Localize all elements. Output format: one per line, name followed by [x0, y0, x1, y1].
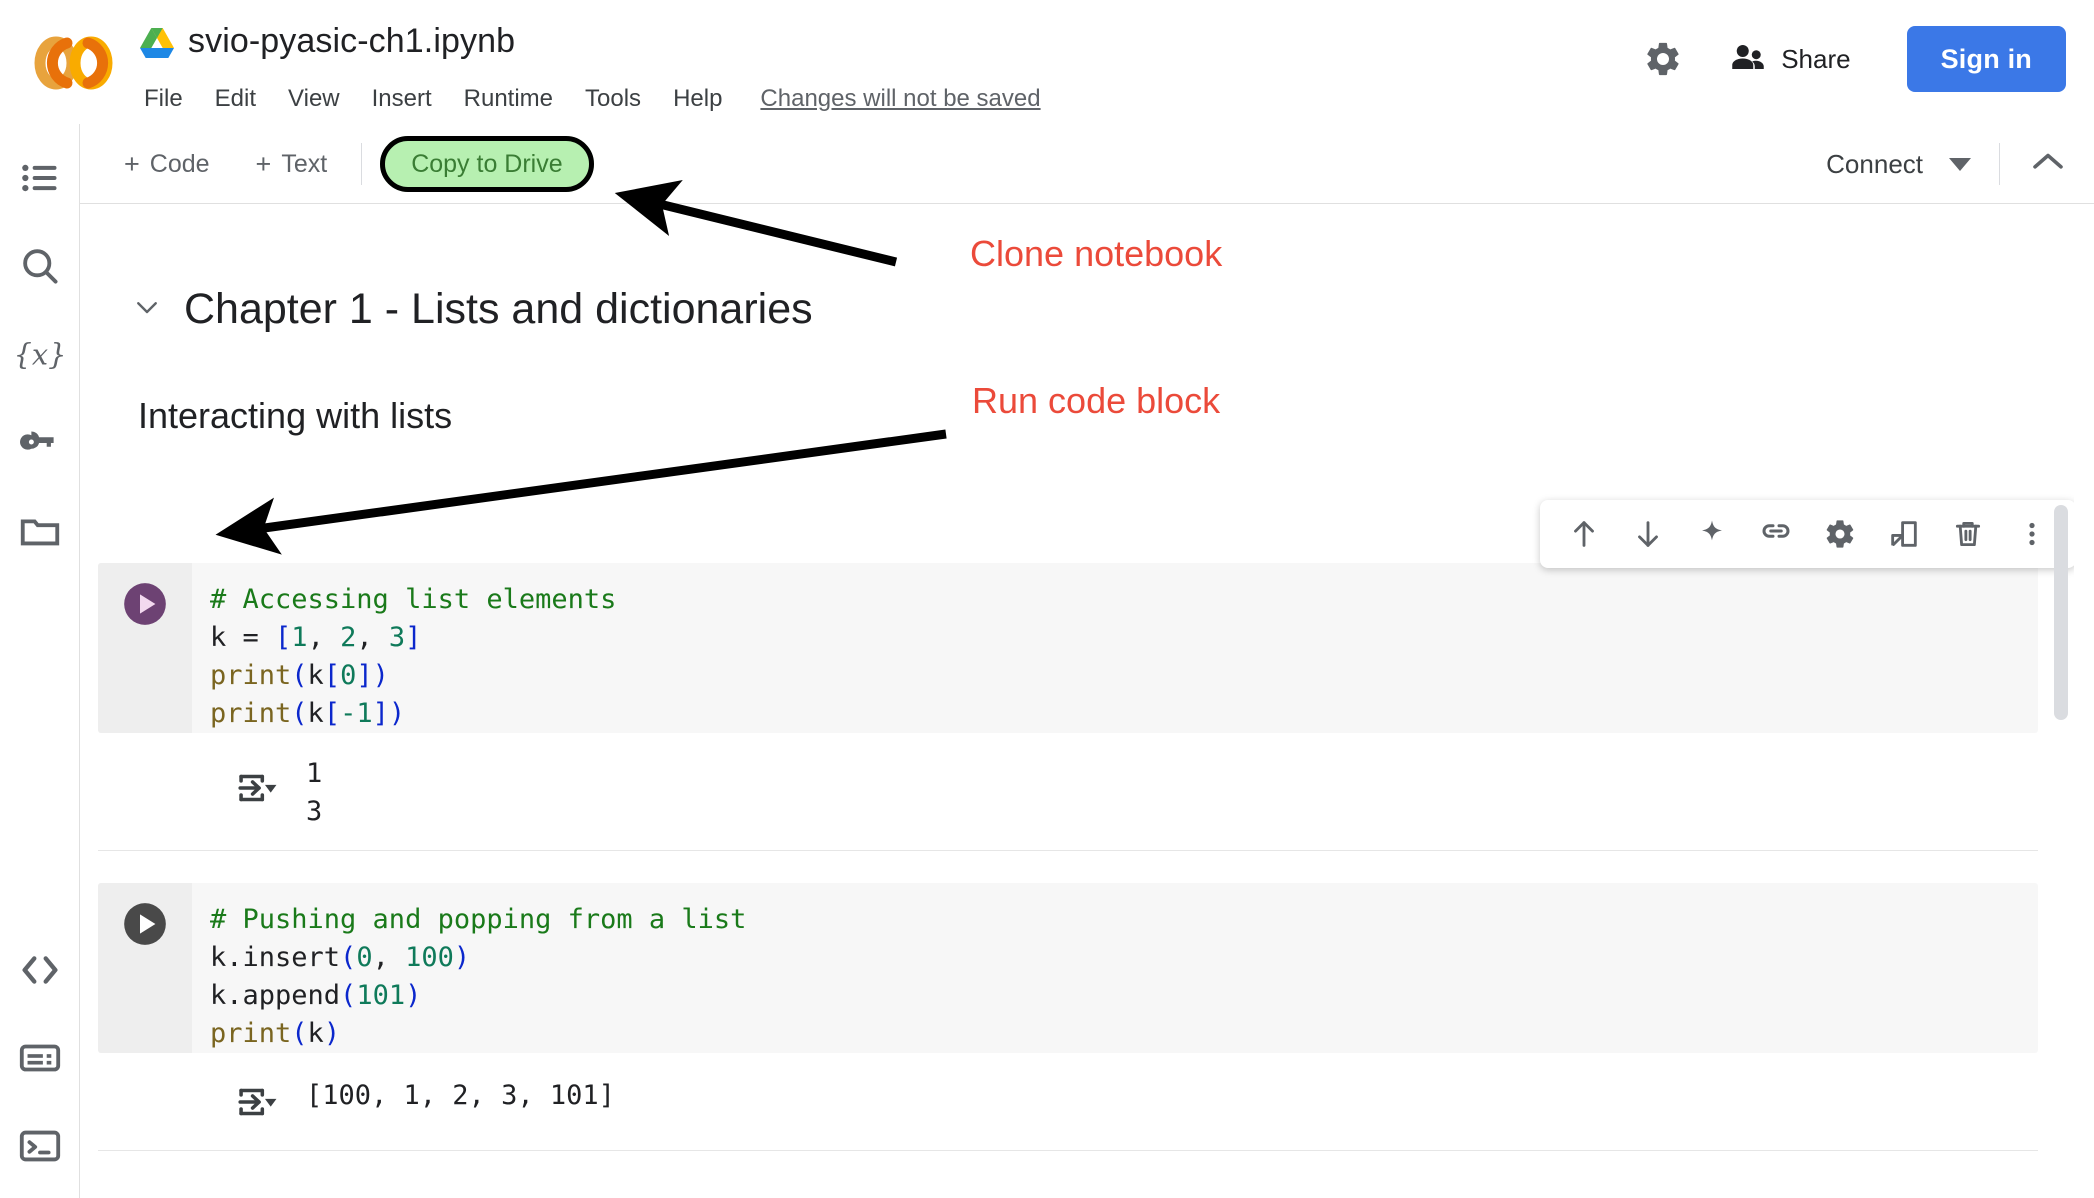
move-cell-down-icon[interactable]	[1616, 502, 1680, 566]
secrets-key-icon[interactable]	[14, 416, 66, 468]
cell-output-1: 1 3	[98, 733, 2038, 851]
toolbar-right-group: Connect	[1826, 124, 2068, 204]
files-folder-icon[interactable]	[14, 504, 66, 556]
code-line: k = [1, 2, 3]	[210, 622, 422, 653]
open-in-new-tab-icon[interactable]	[1872, 502, 1936, 566]
people-icon	[1729, 42, 1767, 77]
code-line: print(k[-1])	[210, 698, 406, 729]
menu-item-edit[interactable]: Edit	[199, 83, 272, 115]
code-line: k.append(101)	[210, 980, 422, 1011]
add-text-cell-button[interactable]: + Text	[240, 144, 344, 185]
annotation-label-clone: Clone notebook	[970, 233, 1223, 274]
search-icon[interactable]	[14, 240, 66, 292]
menu-item-tools[interactable]: Tools	[569, 83, 657, 115]
gear-icon[interactable]	[1631, 27, 1695, 91]
chevron-up-icon[interactable]	[2028, 149, 2068, 180]
notebook-title[interactable]: svio-pyasic-ch1.ipynb	[188, 22, 515, 61]
colab-notebook-page: svio-pyasic-ch1.ipynb File Edit View Ins…	[0, 0, 2094, 1198]
code-cell-2[interactable]: # Pushing and popping from a list k.inse…	[98, 883, 2038, 1053]
sign-in-button[interactable]: Sign in	[1906, 26, 2066, 92]
link-icon[interactable]	[1744, 502, 1808, 566]
code-cell-1[interactable]: # Accessing list elements k = [1, 2, 3] …	[98, 563, 2038, 733]
move-cell-up-icon[interactable]	[1552, 502, 1616, 566]
run-cell-button[interactable]	[120, 899, 170, 949]
share-button[interactable]: Share	[1707, 27, 1872, 91]
output-text-1: 1 3	[306, 758, 323, 827]
menu-item-file[interactable]: File	[136, 83, 199, 115]
vertical-scrollbar[interactable]	[2054, 505, 2068, 720]
section-heading: Interacting with lists	[138, 395, 453, 436]
copy-to-drive-button[interactable]: Copy to Drive	[380, 135, 594, 192]
run-cell-button[interactable]	[120, 579, 170, 629]
plus-icon: +	[255, 148, 272, 179]
code-line: print(k)	[210, 1018, 341, 1049]
connect-button[interactable]: Connect	[1826, 149, 1923, 180]
menu-item-insert[interactable]: Insert	[356, 83, 448, 115]
cell-source-1[interactable]: # Accessing list elements k = [1, 2, 3] …	[192, 563, 616, 751]
add-code-cell-button[interactable]: + Code	[108, 144, 226, 185]
toolbar-left-group: + Code + Text Copy to Drive	[108, 124, 594, 204]
code-snippets-icon[interactable]	[14, 944, 66, 996]
chevron-down-icon[interactable]	[132, 296, 162, 323]
chevron-down-icon[interactable]	[1949, 157, 1971, 171]
save-status-link[interactable]: Changes will not be saved	[760, 85, 1040, 113]
left-sidebar: {x}	[0, 124, 80, 1198]
code-line: print(k[0])	[210, 660, 389, 691]
annotation-label-run: Run code block	[972, 380, 1221, 421]
terminal-icon[interactable]	[14, 1120, 66, 1172]
menu-bar: File Edit View Insert Runtime Tools Help…	[136, 83, 1041, 115]
gemini-sparkle-icon[interactable]	[1680, 502, 1744, 566]
table-of-contents-icon[interactable]	[14, 152, 66, 204]
delete-cell-trash-icon[interactable]	[1936, 502, 2000, 566]
toolbar-divider	[1999, 143, 2000, 185]
cell-source-2[interactable]: # Pushing and popping from a list k.inse…	[192, 883, 746, 1071]
notebook-body: Chapter 1 - Lists and dictionaries Inter…	[80, 205, 2074, 1198]
header-actions: Share Sign in	[1631, 26, 2066, 92]
variables-icon: {x}	[14, 328, 66, 380]
google-drive-icon	[140, 26, 174, 58]
command-palette-icon[interactable]	[14, 1032, 66, 1084]
add-code-label: Code	[149, 149, 210, 178]
plus-icon: +	[124, 148, 140, 179]
menu-item-view[interactable]: View	[272, 83, 356, 115]
code-line: # Pushing and popping from a list	[210, 904, 747, 935]
code-line: # Accessing list elements	[210, 584, 617, 615]
sign-in-label: Sign in	[1940, 43, 2032, 74]
cell-action-toolbar	[1540, 500, 2074, 568]
add-text-label: Text	[281, 149, 328, 178]
output-arrow-icon[interactable]	[234, 767, 280, 814]
colab-logo[interactable]	[30, 30, 116, 96]
menu-item-help[interactable]: Help	[657, 83, 738, 115]
output-arrow-icon[interactable]	[234, 1081, 280, 1128]
app-header: svio-pyasic-ch1.ipynb File Edit View Ins…	[0, 0, 2094, 124]
chapter-heading-row: Chapter 1 - Lists and dictionaries	[132, 285, 813, 334]
cell-output-2: [100, 1, 2, 3, 101]	[98, 1053, 2038, 1151]
notebook-title-row[interactable]: svio-pyasic-ch1.ipynb	[140, 22, 515, 61]
page-title: Chapter 1 - Lists and dictionaries	[184, 285, 813, 333]
share-label: Share	[1781, 43, 1851, 74]
menu-item-runtime[interactable]: Runtime	[448, 83, 569, 115]
toolbar-divider	[361, 143, 363, 185]
copy-to-drive-wrapper: Copy to Drive	[380, 135, 594, 192]
code-line: k.insert(0, 100)	[210, 942, 471, 973]
cell-settings-gear-icon[interactable]	[1808, 502, 1872, 566]
output-text-2: [100, 1, 2, 3, 101]	[306, 1080, 615, 1111]
notebook-toolbar: + Code + Text Copy to Drive Connect	[80, 124, 2094, 204]
svg-text:{x}: {x}	[17, 338, 63, 372]
